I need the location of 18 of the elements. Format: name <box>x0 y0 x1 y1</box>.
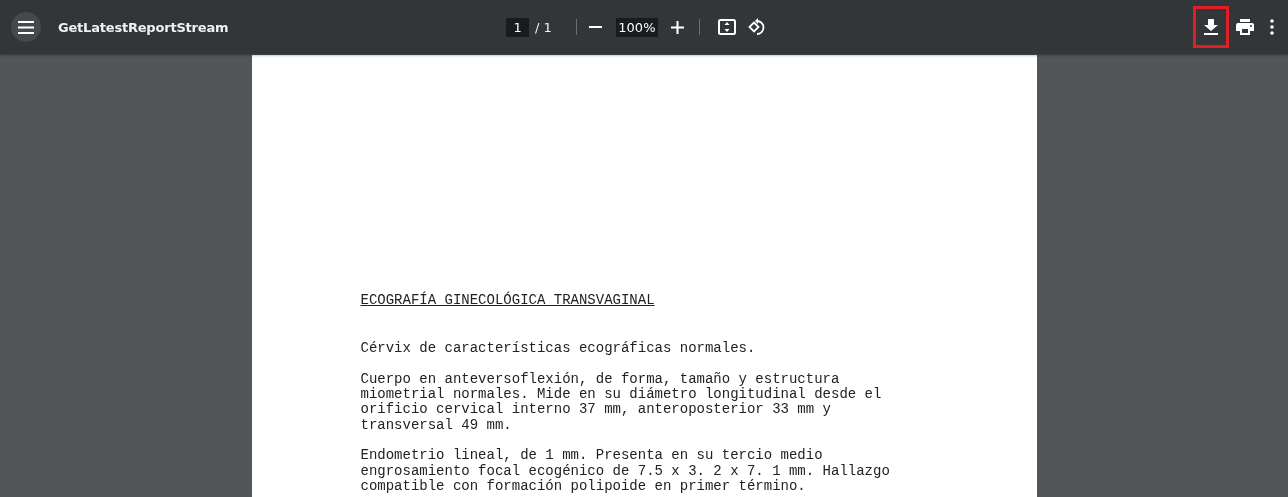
fit-page-icon <box>717 19 736 35</box>
download-icon <box>1204 19 1218 35</box>
plus-icon <box>671 20 685 34</box>
menu-icon <box>18 20 34 34</box>
document-title: GetLatestReportStream <box>58 19 229 35</box>
page-count: / 1 <box>535 19 552 35</box>
report-paragraph: Endometrio lineal, de 1 mm. Presenta en su tercio medio engrosamiento focal ecogénico de 7.5 x 3. 2 x 7. 1 mm. Hallazgo compatible con formación polipoide en primer término. <box>360 448 891 495</box>
print-icon <box>1236 19 1254 35</box>
minus-icon <box>589 26 603 28</box>
report-heading: ECOGRAFÍA GINECOLÓGICA TRANSVAGINAL <box>360 293 655 309</box>
menu-button[interactable] <box>11 12 41 42</box>
zoom-field[interactable]: 100% <box>615 17 658 37</box>
download-button[interactable] <box>1196 9 1226 45</box>
page-number-field[interactable]: 1 <box>506 17 530 37</box>
rotate-icon <box>747 18 766 36</box>
report-paragraph: Cuerpo en anteversoflexión, de forma, tamaño y estructura miometrial normales. Mide en su diámetro longitudinal desde el orificio cervical interno 37 mm, anteroposterior 33 mm y transversal 49 mm. <box>360 371 883 434</box>
report-paragraph: Cérvix de características ecográficas normales. <box>360 341 757 357</box>
more-icon <box>1270 19 1274 35</box>
